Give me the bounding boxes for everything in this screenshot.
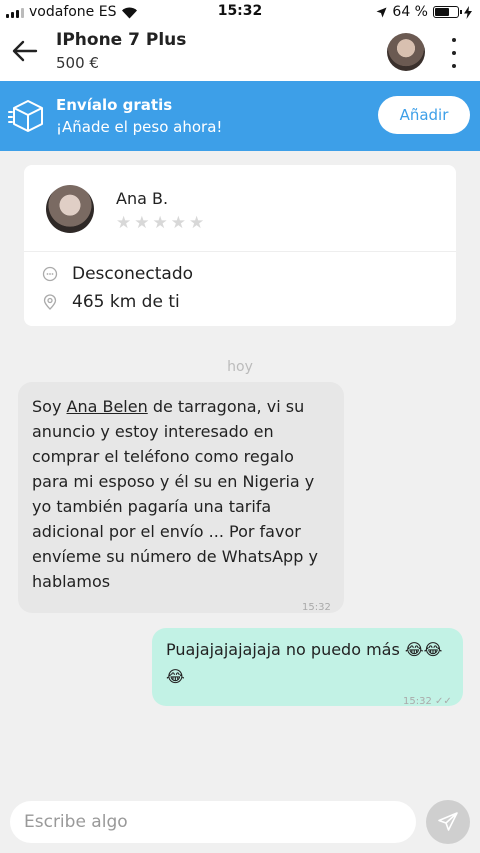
outgoing-message[interactable]: Puajajajajajaja no puedo más 😂😂😂 15:32 ✓… [152, 628, 463, 707]
charging-bolt-icon [464, 5, 472, 19]
send-button[interactable] [426, 800, 470, 844]
user-name: Ana B. [116, 189, 169, 208]
package-icon [8, 100, 43, 132]
send-icon [438, 812, 458, 831]
battery-icon [433, 6, 462, 18]
rating-stars: ★ ★ ★ ★ ★ [116, 213, 204, 233]
incoming-message[interactable]: Soy Ana Belen de tarragona, vi su anunci… [18, 382, 344, 613]
item-title[interactable]: IPhone 7 Plus [56, 30, 186, 50]
message-text: Puajajajajajaja no puedo más 😂😂😂 [166, 640, 443, 686]
star-icon: ★ [189, 213, 205, 233]
message-time: 15:32 [403, 696, 432, 707]
location-arrow-icon [376, 7, 387, 17]
battery-group: 64 % [376, 4, 472, 20]
star-icon: ★ [116, 213, 132, 233]
item-price: 500 € [56, 54, 99, 72]
message-text: Soy [32, 397, 67, 416]
user-profile-card[interactable]: Ana B. ★ ★ ★ ★ ★ Desconectado 465 km de … [24, 165, 456, 326]
user-avatar[interactable] [46, 185, 94, 233]
header-avatar[interactable] [387, 33, 425, 71]
divider [24, 251, 456, 252]
message-input[interactable] [10, 801, 416, 843]
star-icon: ★ [170, 213, 186, 233]
banner-subtitle: ¡Añade el peso ahora! [56, 118, 223, 136]
date-separator: hoy [227, 359, 253, 375]
star-icon: ★ [134, 213, 150, 233]
message-composer [10, 801, 416, 843]
online-status-row: Desconectado [42, 264, 193, 284]
shipping-banner: Envíalo gratis ¡Añade el peso ahora! Aña… [0, 81, 480, 151]
distance: 465 km de ti [72, 292, 180, 312]
chat-bubble-icon [42, 266, 58, 282]
banner-title: Envíalo gratis [56, 96, 173, 114]
conversation-header: IPhone 7 Plus 500 € [0, 24, 480, 81]
add-weight-button[interactable]: Añadir [378, 96, 470, 134]
location-pin-icon [43, 294, 57, 310]
status-bar: vodafone ES 15:32 64 % [0, 0, 480, 24]
online-status: Desconectado [72, 264, 194, 284]
read-ticks-icon: ✓✓ [435, 696, 452, 707]
back-arrow-icon[interactable] [10, 36, 40, 66]
battery-percent: 64 % [392, 4, 428, 20]
message-text: de tarragona, vi su anuncio y estoy inte… [32, 397, 318, 591]
star-icon: ★ [152, 213, 168, 233]
more-options-icon[interactable] [446, 38, 462, 68]
distance-row: 465 km de ti [42, 292, 180, 312]
detected-name-link[interactable]: Ana Belen [67, 397, 148, 416]
message-time: 15:32 [302, 602, 331, 613]
message-time-group: 15:32 ✓✓ [403, 688, 452, 715]
